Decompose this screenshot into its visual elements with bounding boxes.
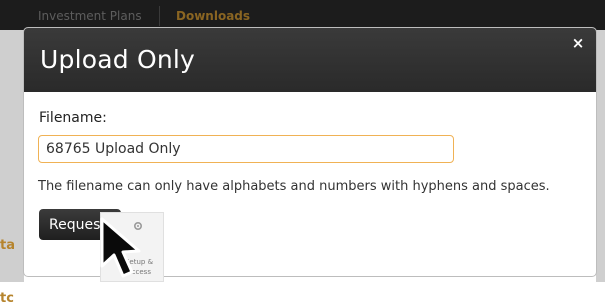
- background-text-fragment: tc: [0, 291, 14, 306]
- dialog-header: Upload Only ×: [24, 28, 596, 92]
- background-right-panel: [596, 30, 605, 282]
- arrow-cursor-icon: [100, 217, 141, 278]
- nav-tab-downloads[interactable]: Downloads: [176, 9, 250, 23]
- nav-tab-investment-plans[interactable]: Investment Plans: [38, 9, 142, 23]
- background-text-fragment: ta: [0, 238, 15, 253]
- close-icon[interactable]: ×: [570, 35, 586, 51]
- filename-input[interactable]: [38, 135, 454, 163]
- filename-help-text: The filename can only have alphabets and…: [38, 179, 550, 194]
- dialog-title: Upload Only: [40, 45, 196, 74]
- nav-tab-divider: [159, 6, 160, 26]
- filename-label: Filename:: [39, 110, 107, 126]
- background-left-panel: ta tc: [0, 30, 24, 306]
- top-nav-bar: Investment Plans Downloads: [0, 0, 605, 30]
